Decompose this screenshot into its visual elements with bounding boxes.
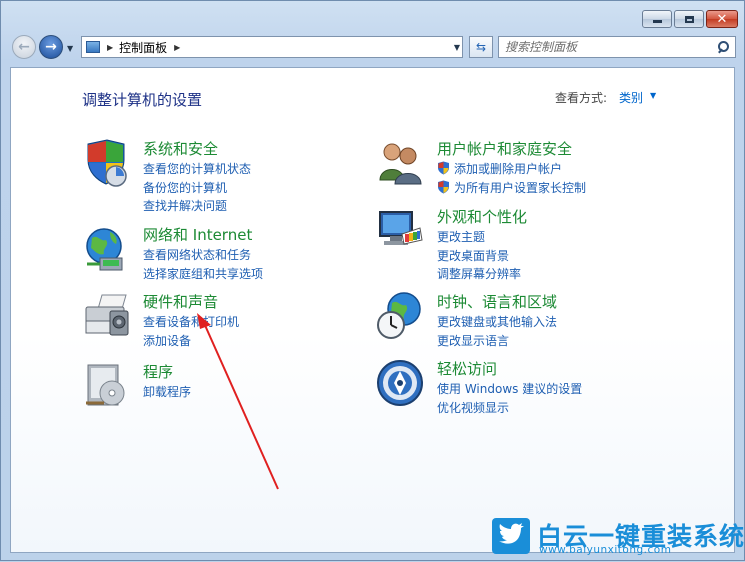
- maximize-button[interactable]: [674, 10, 704, 28]
- task-link[interactable]: 使用 Windows 建议的设置: [437, 380, 582, 399]
- shield-icon[interactable]: [82, 138, 132, 188]
- refresh-icon: ⇆: [475, 40, 487, 54]
- back-arrow-icon: ←: [18, 39, 30, 55]
- task-link-label: 添加或删除用户帐户: [454, 162, 563, 176]
- task-link[interactable]: 查看您的计算机状态: [143, 160, 251, 179]
- close-button[interactable]: ✕: [706, 10, 738, 28]
- category-title[interactable]: 轻松访问: [437, 358, 497, 379]
- close-icon: ✕: [716, 11, 728, 27]
- recent-pages-dropdown-icon[interactable]: ▼: [67, 44, 73, 53]
- category-title[interactable]: 硬件和声音: [143, 291, 218, 312]
- search-box[interactable]: [498, 36, 736, 58]
- category-title[interactable]: 时钟、语言和区域: [437, 291, 557, 312]
- category-title[interactable]: 用户帐户和家庭安全: [437, 138, 572, 159]
- address-bar[interactable]: ▶ 控制面板 ▶: [81, 36, 463, 58]
- globe-network-icon[interactable]: [82, 224, 132, 274]
- forward-button[interactable]: →: [39, 35, 63, 59]
- content-pane: 调整计算机的设置 查看方式: 类别 ▼ 系统和安全 查看您的计算机状态 备份您的…: [10, 67, 735, 553]
- task-link[interactable]: 调整屏幕分辨率: [437, 265, 521, 284]
- breadcrumb-chevron-icon[interactable]: ▶: [174, 43, 180, 52]
- printer-icon[interactable]: [82, 291, 132, 341]
- task-link[interactable]: 查看网络状态和任务: [143, 246, 263, 265]
- uac-shield-icon: [438, 161, 449, 175]
- programs-icon[interactable]: [82, 361, 132, 411]
- forward-arrow-icon: →: [45, 39, 57, 55]
- maximize-icon: [684, 15, 694, 23]
- breadcrumb-chevron-icon[interactable]: ▶: [107, 43, 113, 52]
- users-icon[interactable]: [376, 138, 426, 188]
- monitor-palette-icon[interactable]: [376, 206, 426, 256]
- task-link[interactable]: 为所有用户设置家长控制: [437, 179, 586, 198]
- back-button[interactable]: ←: [12, 35, 36, 59]
- clock-globe-icon[interactable]: [376, 291, 426, 341]
- view-by-label: 查看方式:: [555, 91, 608, 105]
- uac-shield-icon: [438, 180, 449, 194]
- task-link[interactable]: 备份您的计算机: [143, 179, 251, 198]
- task-link[interactable]: 添加或删除用户帐户: [437, 160, 586, 179]
- chevron-down-icon[interactable]: ▼: [650, 91, 656, 100]
- watermark: 白云一键重装系统 www.baiyunxitong.com: [491, 515, 744, 557]
- ease-of-access-icon[interactable]: [376, 358, 426, 408]
- address-dropdown-icon[interactable]: ▼: [451, 36, 463, 58]
- task-link[interactable]: 更改键盘或其他输入法: [437, 313, 557, 332]
- page-title: 调整计算机的设置: [82, 91, 203, 109]
- search-icon[interactable]: [715, 39, 731, 55]
- task-link[interactable]: 添加设备: [143, 332, 239, 351]
- task-link-label: 为所有用户设置家长控制: [454, 180, 587, 195]
- twitter-bird-icon: [492, 518, 530, 554]
- minimize-icon: [652, 20, 662, 23]
- caption-buttons: ✕: [642, 10, 738, 28]
- category-title[interactable]: 程序: [143, 361, 173, 382]
- category-title[interactable]: 网络和 Internet: [143, 224, 252, 245]
- task-link[interactable]: 更改主题: [437, 228, 521, 247]
- search-input[interactable]: [499, 38, 715, 56]
- task-link[interactable]: 更改显示语言: [437, 332, 557, 351]
- task-link[interactable]: 更改桌面背景: [437, 247, 521, 266]
- task-link[interactable]: 选择家庭组和共享选项: [143, 265, 263, 284]
- task-link[interactable]: 查看设备和打印机: [143, 313, 239, 332]
- task-link[interactable]: 优化视频显示: [437, 399, 582, 418]
- refresh-button[interactable]: ⇆: [469, 36, 493, 58]
- category-title[interactable]: 外观和个性化: [437, 206, 527, 227]
- minimize-button[interactable]: [642, 10, 672, 28]
- category-title[interactable]: 系统和安全: [143, 138, 218, 159]
- control-panel-icon: [86, 41, 100, 53]
- breadcrumb-control-panel[interactable]: 控制面板: [119, 39, 167, 56]
- view-by-dropdown[interactable]: 类别: [619, 89, 643, 106]
- task-link[interactable]: 查找并解决问题: [143, 197, 251, 216]
- control-panel-window: ✕ ← → ▼ ▶ 控制面板 ▶ ▼ ⇆ 调整计算机的设置 查看方式: 类别 ▼: [0, 0, 745, 561]
- navigation-bar: ← → ▼ ▶ 控制面板 ▶ ▼ ⇆: [11, 35, 736, 60]
- task-link[interactable]: 卸载程序: [143, 383, 191, 402]
- watermark-url: www.baiyunxitong.com: [539, 544, 672, 556]
